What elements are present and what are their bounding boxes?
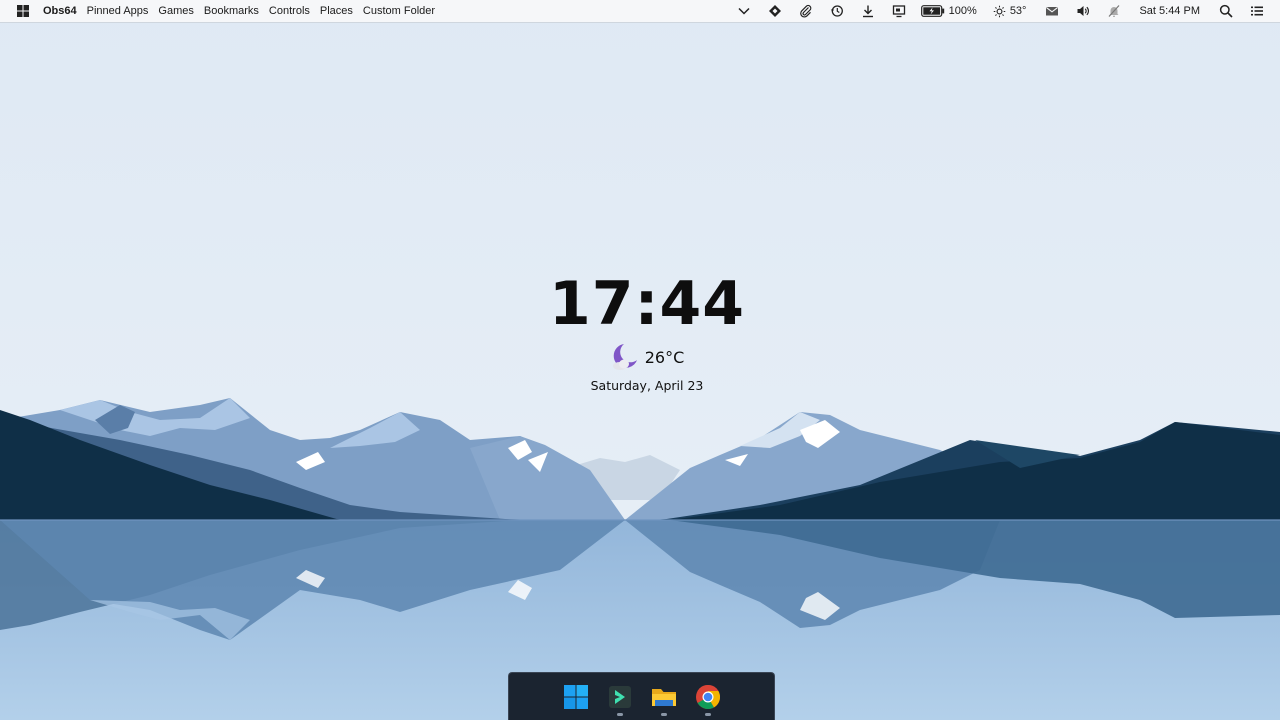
search-icon: [1219, 4, 1233, 18]
filmora-app[interactable]: [598, 674, 642, 720]
diamond-app-icon: [769, 5, 782, 17]
chrome-icon: [695, 684, 720, 709]
list-icon: [1250, 6, 1263, 16]
taskbar-dock: [508, 672, 775, 720]
clock-widget: 17:44 26°C Saturday, April 23: [540, 268, 754, 393]
filmora-icon: [608, 685, 631, 708]
history-icon: [830, 5, 844, 17]
display-icon: [893, 5, 906, 18]
windows-logo-icon: [17, 5, 29, 17]
tray-history-button[interactable]: [822, 0, 853, 23]
running-indicator: [616, 712, 623, 716]
tray-weather-temp: 53°: [1009, 5, 1027, 17]
sun-icon: [993, 5, 1006, 17]
tray-clip-button[interactable]: [791, 0, 822, 23]
tray-weather[interactable]: 53°: [987, 5, 1037, 18]
moon-cloud-icon: [612, 344, 637, 370]
folder-icon: [651, 688, 676, 706]
running-indicator: [704, 712, 711, 716]
tray-list-button[interactable]: [1241, 0, 1272, 23]
start-button[interactable]: [8, 0, 38, 23]
menu-item-places[interactable]: Places: [315, 0, 358, 23]
running-indicator: [660, 712, 667, 716]
tray-download-button[interactable]: [853, 0, 884, 23]
tray-app-button[interactable]: [760, 0, 791, 23]
chevron-down-icon: [738, 7, 750, 15]
system-tray: 100% 53° Sat 5:44 PM: [729, 0, 1280, 22]
top-menu-bar: Obs64 Pinned Apps Games Bookmarks Contro…: [0, 0, 1280, 23]
menu-item-obs64[interactable]: Obs64: [38, 0, 82, 23]
weather-row: 26°C: [540, 342, 754, 372]
battery-icon: [920, 5, 944, 17]
menu-item-bookmarks[interactable]: Bookmarks: [199, 0, 264, 23]
tray-overflow-button[interactable]: [729, 0, 760, 23]
menu-item-controls[interactable]: Controls: [264, 0, 315, 23]
weather-temperature: 26°C: [644, 347, 685, 367]
windows-logo-icon: [563, 684, 588, 709]
tray-battery[interactable]: 100%: [915, 5, 987, 17]
menu-item-custom-folder[interactable]: Custom Folder: [358, 0, 440, 23]
tray-search-button[interactable]: [1210, 0, 1241, 23]
clock-date: Saturday, April 23: [590, 378, 704, 393]
tray-display-button[interactable]: [884, 0, 915, 23]
file-explorer-app[interactable]: [642, 674, 686, 720]
mail-icon: [1045, 6, 1058, 16]
tray-notifications-button[interactable]: [1098, 0, 1129, 23]
menu-item-games[interactable]: Games: [153, 0, 198, 23]
clock-time: 17:44: [549, 269, 745, 339]
menu-item-pinned-apps[interactable]: Pinned Apps: [82, 0, 154, 23]
bell-off-icon: [1108, 5, 1120, 17]
download-icon: [863, 5, 874, 18]
chrome-app[interactable]: [686, 674, 730, 720]
menubar-left: Obs64 Pinned Apps Games Bookmarks Contro…: [0, 0, 440, 22]
tray-datetime[interactable]: Sat 5:44 PM: [1129, 5, 1210, 17]
start-menu-app[interactable]: [554, 674, 598, 720]
battery-percent: 100%: [948, 5, 977, 17]
paperclip-icon: [800, 4, 812, 18]
volume-icon: [1077, 6, 1089, 16]
tray-mail-button[interactable]: [1036, 0, 1067, 23]
tray-volume-button[interactable]: [1067, 0, 1098, 23]
